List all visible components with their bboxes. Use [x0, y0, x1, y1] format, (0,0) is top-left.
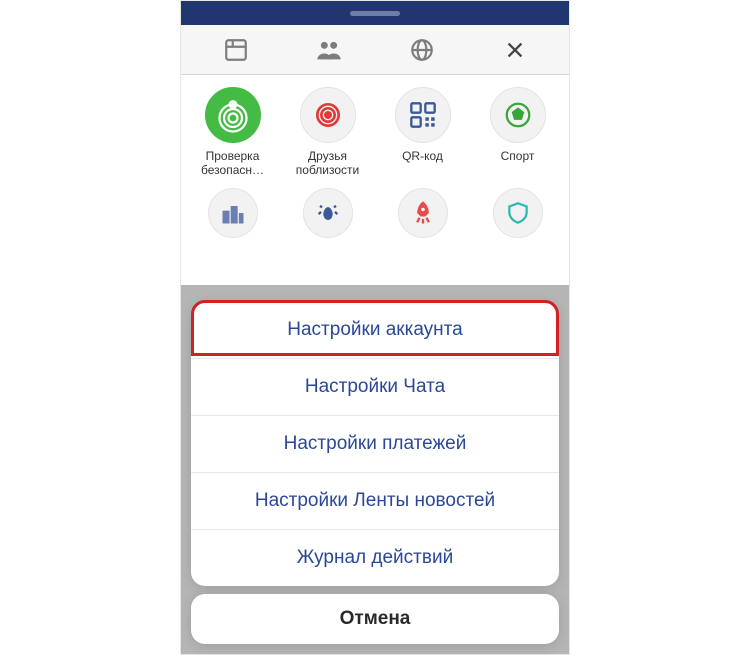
content-area: Проверка безопасн… Друзья поблизости QR-… [181, 75, 569, 654]
app-qr-code[interactable]: QR-код [378, 87, 468, 178]
action-cancel[interactable]: Отмена [191, 594, 559, 644]
app-shield[interactable] [473, 188, 563, 244]
action-activity-log[interactable]: Журнал действий [191, 530, 559, 586]
qr-code-icon [395, 87, 451, 143]
phone-frame: Проверка безопасн… Друзья поблизости QR-… [180, 0, 570, 655]
status-bar [181, 1, 569, 25]
app-city[interactable] [188, 188, 278, 244]
app-row-2 [181, 178, 569, 244]
app-label: QR-код [402, 149, 443, 163]
app-nearby-friends[interactable]: Друзья поблизости [283, 87, 373, 178]
close-tab-icon[interactable] [501, 36, 529, 64]
action-sheet-group: Настройки аккаунта Настройки Чата Настро… [191, 302, 559, 586]
app-row-1: Проверка безопасн… Друзья поблизости QR-… [181, 75, 569, 178]
nearby-friends-icon [300, 87, 356, 143]
action-account-settings[interactable]: Настройки аккаунта [191, 302, 559, 359]
app-label: Проверка безопасн… [190, 149, 276, 178]
tab-bar [181, 25, 569, 75]
action-sheet: Настройки аккаунта Настройки Чата Настро… [191, 302, 559, 644]
action-newsfeed-settings[interactable]: Настройки Ленты новостей [191, 473, 559, 530]
app-wave[interactable] [283, 188, 373, 244]
safety-check-icon [205, 87, 261, 143]
app-rocket[interactable] [378, 188, 468, 244]
sports-icon [490, 87, 546, 143]
app-sports[interactable]: Спорт [473, 87, 563, 178]
friends-tab-icon[interactable] [315, 36, 343, 64]
shield-icon [493, 188, 543, 238]
app-label: Друзья поблизости [285, 149, 371, 178]
rocket-icon [398, 188, 448, 238]
feed-tab-icon[interactable] [222, 36, 250, 64]
wave-icon [303, 188, 353, 238]
speaker-slot [350, 11, 400, 16]
city-icon [208, 188, 258, 238]
globe-tab-icon[interactable] [408, 36, 436, 64]
app-label: Спорт [501, 149, 535, 163]
action-payment-settings[interactable]: Настройки платежей [191, 416, 559, 473]
app-safety-check[interactable]: Проверка безопасн… [188, 87, 278, 178]
action-chat-settings[interactable]: Настройки Чата [191, 359, 559, 416]
